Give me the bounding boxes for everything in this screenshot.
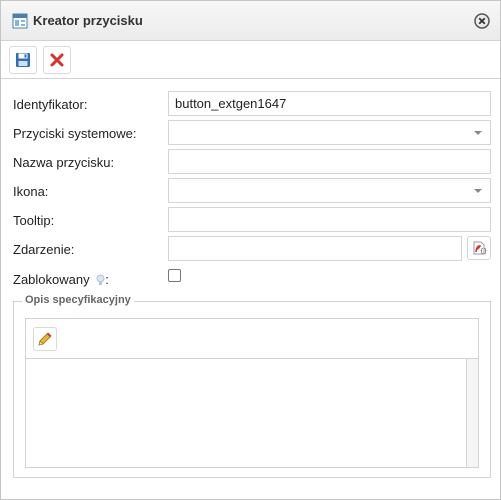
spec-editor-area[interactable] (25, 358, 479, 468)
lightbulb-icon (96, 274, 105, 289)
svg-text:{}: {} (480, 248, 487, 255)
identifier-value: button_extgen1647 (175, 96, 287, 111)
tooltip-field[interactable] (168, 207, 491, 232)
event-editor-button[interactable]: {} (467, 236, 491, 260)
edit-button[interactable] (33, 327, 57, 351)
window-title: Kreator przycisku (33, 13, 143, 28)
window-icon (12, 13, 28, 29)
chevron-down-icon[interactable] (474, 189, 482, 193)
button-name-field[interactable] (168, 149, 491, 174)
button-name-label: Nazwa przycisku: (13, 155, 115, 170)
identifier-label: Identyfikator: (13, 97, 88, 112)
vertical-scrollbar[interactable] (466, 359, 478, 467)
blocked-label-colon: : (105, 272, 109, 287)
window-titlebar: Kreator przycisku (1, 1, 500, 41)
icon-select[interactable] (168, 178, 491, 203)
main-toolbar (1, 42, 500, 79)
system-buttons-select[interactable] (168, 120, 491, 145)
spec-editor-toolbar (25, 318, 479, 358)
button-creator-window: Kreator przycisku Identyfikator: button_… (0, 0, 501, 500)
save-button[interactable] (9, 46, 37, 74)
tooltip-label: Tooltip: (13, 213, 55, 228)
icon-label: Ikona: (13, 184, 49, 199)
event-label: Zdarzenie: (13, 242, 75, 257)
pencil-icon (37, 331, 53, 350)
event-field[interactable] (168, 236, 462, 261)
blocked-checkbox[interactable] (168, 269, 181, 282)
identifier-field[interactable]: button_extgen1647 (168, 91, 491, 116)
spec-legend: Opis specyfikacyjny (22, 294, 134, 306)
blocked-label-text: Zablokowany (13, 272, 90, 287)
delete-button[interactable] (43, 46, 71, 74)
blocked-label: Zablokowany : (13, 272, 109, 289)
spec-fieldset: Opis specyfikacyjny (13, 294, 491, 478)
chevron-down-icon[interactable] (474, 131, 482, 135)
system-buttons-label: Przyciski systemowe: (13, 126, 137, 141)
event-script-icon: {} (471, 240, 487, 259)
close-icon[interactable] (474, 13, 490, 29)
